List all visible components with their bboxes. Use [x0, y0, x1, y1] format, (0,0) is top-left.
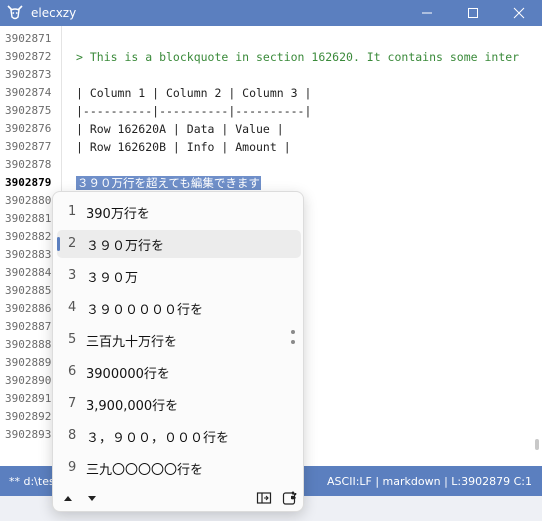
candidate-number: 5: [68, 332, 77, 347]
ime-candidate[interactable]: 8 ３，９００，０００行を: [57, 422, 301, 450]
candidate-text: ３９０００００行を: [86, 303, 204, 318]
ime-candidate[interactable]: 1 390万行を: [57, 198, 301, 226]
candidate-number: 7: [68, 396, 77, 411]
status-info: ASCII:LF | markdown | L:3902879 C:1: [327, 475, 532, 488]
line-number: 3902874: [5, 86, 52, 99]
ime-candidate[interactable]: 9 三九〇〇〇〇〇行を: [57, 454, 301, 482]
candidate-scroll-indicator[interactable]: [291, 330, 295, 346]
emoji-panel-icon[interactable]: [282, 490, 298, 506]
minimize-icon: [422, 12, 432, 14]
ime-candidate[interactable]: 4 ３９０００００行を: [57, 294, 301, 322]
candidate-text: ３９０万: [86, 271, 139, 286]
maximize-button[interactable]: [450, 0, 496, 26]
line-number: 3902877: [5, 140, 52, 153]
candidate-text: 3900000行を: [86, 367, 170, 382]
ime-candidate[interactable]: 6 3900000行を: [57, 358, 301, 386]
selection-indicator: [57, 237, 60, 251]
ime-candidate[interactable]: 3 ３９０万: [57, 262, 301, 290]
minimize-button[interactable]: [404, 0, 450, 26]
candidate-text: ３，９００，０００行を: [86, 431, 230, 446]
candidate-number: 6: [68, 364, 77, 379]
candidate-text: 3,900,000行を: [86, 399, 179, 414]
ime-composition-text[interactable]: ３９０万行を超えても編集できます: [76, 176, 261, 190]
line-number: 3902878: [5, 158, 52, 171]
code-line-blockquote[interactable]: > This is a blockquote in section 162620…: [76, 48, 542, 66]
code-line-table-header[interactable]: | Column 1 | Column 2 | Column 3 |: [76, 84, 542, 102]
page-down-icon[interactable]: [87, 493, 97, 503]
code-line-table-divider[interactable]: |----------|----------|----------|: [76, 102, 542, 120]
line-number: 3902876: [5, 122, 52, 135]
line-number: 3902875: [5, 104, 52, 117]
title-bar[interactable]: elecxzy: [0, 0, 542, 26]
page-up-icon[interactable]: [63, 493, 73, 503]
close-button[interactable]: [496, 0, 542, 26]
maximize-icon: [468, 8, 478, 18]
ime-candidate-selected[interactable]: 2 ３９０万行を: [57, 230, 301, 258]
status-file-path: ** d:\tes: [9, 475, 55, 488]
code-line[interactable]: [76, 156, 542, 174]
candidate-number: 8: [68, 428, 77, 443]
candidate-text: 390万行を: [86, 207, 150, 222]
ime-candidate-window[interactable]: 1 390万行を 2 ３９０万行を 3 ３９０万 4 ３９０００００行を 5 三…: [52, 191, 304, 512]
current-code-line[interactable]: ３９０万行を超えても編集できます: [76, 174, 542, 192]
code-line-table-row[interactable]: | Row 162620A | Data | Value |: [76, 120, 542, 138]
code-line-table-row[interactable]: | Row 162620B | Info | Amount |: [76, 138, 542, 156]
candidate-number: 2: [68, 236, 77, 251]
code-line[interactable]: [76, 66, 542, 84]
candidate-number: 4: [68, 300, 77, 315]
candidate-number: 1: [68, 204, 77, 219]
scrollbar-marker[interactable]: [535, 439, 539, 450]
close-icon: [513, 7, 525, 19]
expand-panel-icon[interactable]: [256, 490, 272, 506]
candidate-text: 三百九十万行を: [86, 335, 178, 350]
line-number: 3902873: [5, 68, 52, 81]
candidate-number: 9: [68, 460, 77, 475]
candidate-text: 三九〇〇〇〇〇行を: [86, 463, 204, 478]
code-line[interactable]: [76, 30, 542, 48]
line-number: 3902872: [5, 50, 52, 63]
candidate-text: ３９０万行を: [86, 239, 165, 254]
ime-candidate[interactable]: 7 3,900,000行を: [57, 390, 301, 418]
line-number: 3902871: [5, 32, 52, 45]
ime-footer: [53, 486, 303, 510]
candidate-number: 3: [68, 268, 77, 283]
window-title: elecxzy: [31, 6, 77, 20]
goat-logo-icon: [7, 5, 23, 20]
current-line-number: 3902879: [5, 176, 52, 189]
ime-candidate[interactable]: 5 三百九十万行を: [57, 326, 301, 354]
